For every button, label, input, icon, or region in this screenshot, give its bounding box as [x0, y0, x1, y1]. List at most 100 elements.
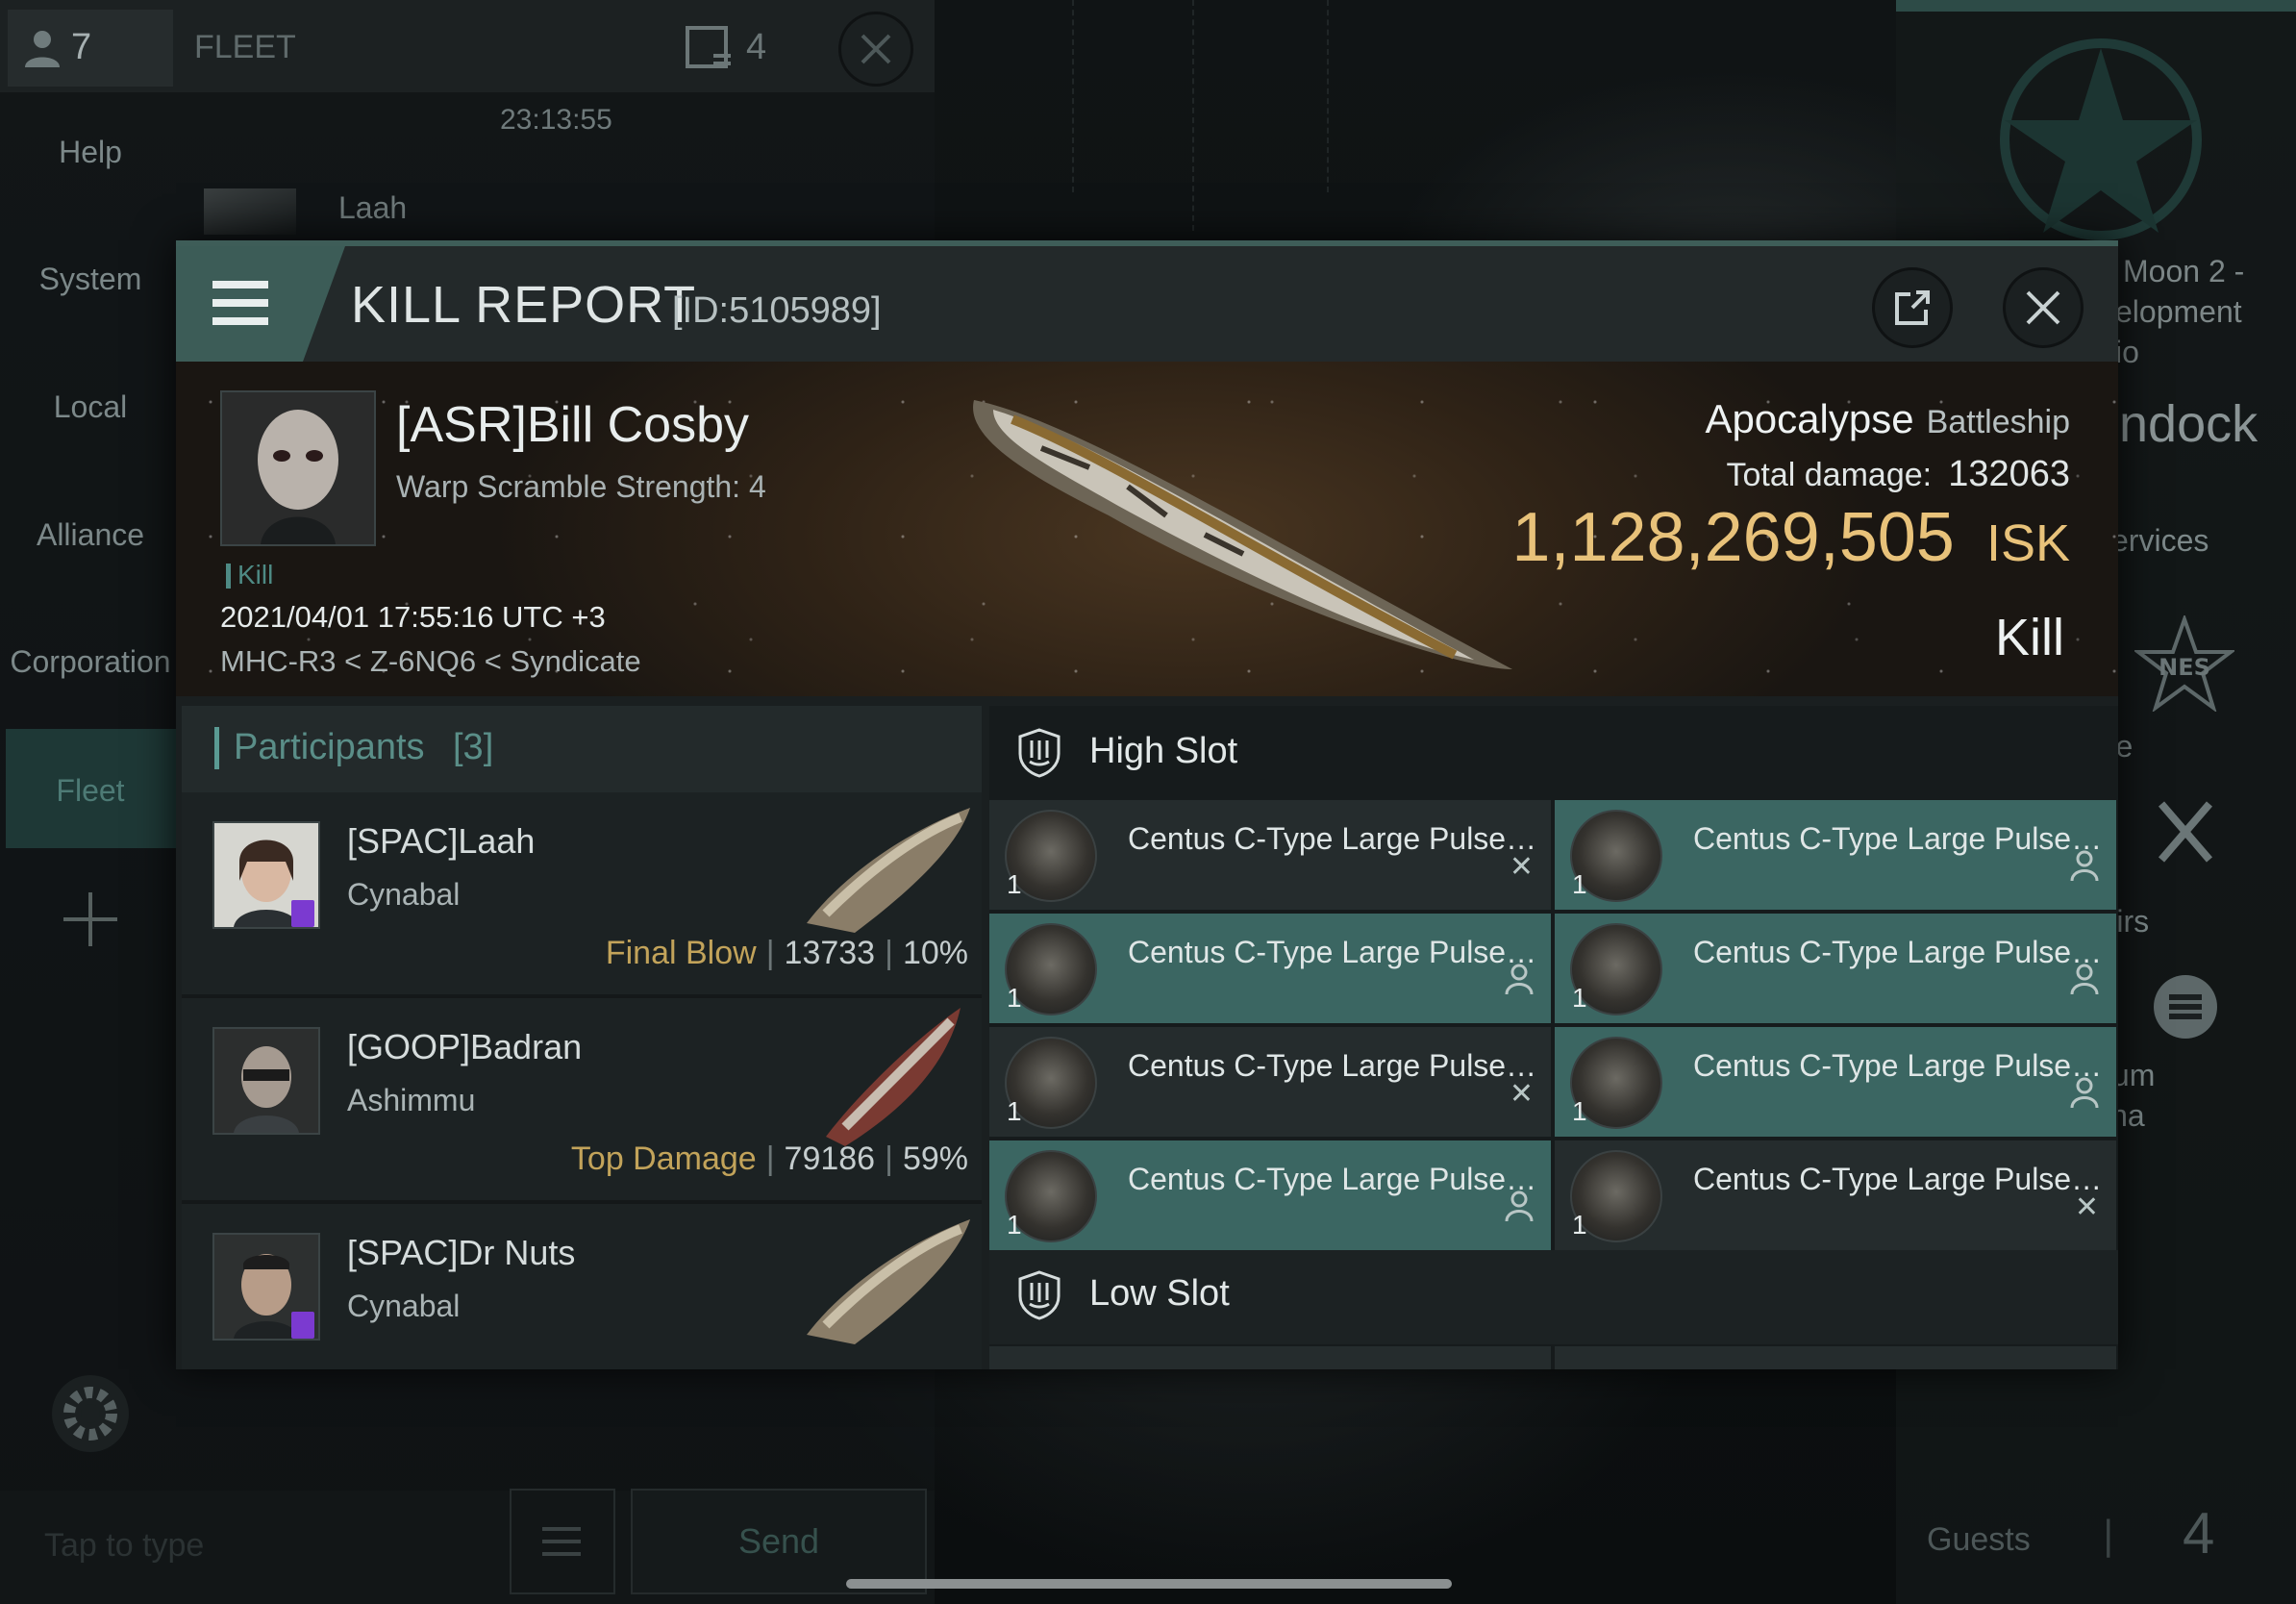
slot-item-name: Centus C-Type Large Pulse Laser	[1693, 1048, 2109, 1083]
slot-item-partial[interactable]	[1555, 1346, 2116, 1369]
guests-label[interactable]: Guests	[1927, 1521, 2031, 1559]
settings-button[interactable]	[50, 1373, 131, 1458]
victim-ship-name[interactable]: Apocalypse	[1705, 396, 1913, 441]
slot-item[interactable]: 1 Centus C-Type Large Pulse Laser	[1555, 1027, 2116, 1137]
high-slot-shield-icon	[1018, 728, 1061, 778]
participant-row[interactable]: [SPAC]Laah Cynabal Final Blow | 13733 | 10%	[182, 792, 982, 998]
undock-button[interactable]: ndock	[2119, 394, 2258, 454]
sidebar-item-system[interactable]: System	[0, 262, 181, 297]
participant-row[interactable]: [GOOP]Badran Ashimmu Top Damage | 79186 | 59…	[182, 998, 982, 1204]
fitting-panel: High Slot 1 Centus C-Type Large Pulse La…	[989, 706, 2118, 1369]
participant-name[interactable]: [GOOP]Badran	[347, 1027, 582, 1067]
victim-name[interactable]: [ASR]Bill Cosby	[396, 396, 749, 454]
fleet-member-count-button[interactable]: 7	[8, 10, 173, 87]
faction-emblem-icon	[2000, 38, 2202, 240]
participant-ship-image	[826, 1008, 961, 1146]
chat-close-button[interactable]	[838, 12, 913, 87]
kill-result: Kill	[1994, 609, 2064, 666]
participant-name[interactable]: [SPAC]Laah	[347, 821, 535, 862]
victim-ship-image	[973, 400, 1512, 669]
slot-item-qty: 1	[1572, 869, 1587, 899]
participant-damage: 79186	[784, 1140, 876, 1177]
participant-stats: Top Damage | 79186 | 59%	[570, 1140, 968, 1177]
dropped-person-icon	[2070, 850, 2099, 882]
sidebar-item-help[interactable]: Help	[0, 135, 181, 170]
sidebar-item-corporation[interactable]: Corporation	[0, 644, 181, 680]
location-line-3: io	[2115, 335, 2139, 369]
dropped-person-icon	[2070, 1077, 2099, 1109]
victim-ship-info: Apocalypse Battleship	[1705, 396, 2070, 442]
victim-banner: [ASR]Bill Cosby Warp Scramble Strength: …	[176, 362, 2118, 696]
slot-item[interactable]: 1 Centus C-Type Large Pulse Laser	[989, 1140, 1551, 1250]
participant-ship-image	[807, 808, 970, 933]
participant-ship: Cynabal	[347, 877, 461, 912]
low-slot-shield-icon	[1018, 1270, 1061, 1320]
participant-stats: Final Blow | 13733 | 10%	[605, 935, 968, 971]
dropped-person-icon	[1505, 964, 1534, 995]
services-label: ervices	[2111, 523, 2209, 558]
nes-store-icon: NES	[2133, 613, 2236, 714]
isk-value: 1,128,269,505	[1511, 499, 1955, 576]
slot-item-name: Centus C-Type Large Pulse Laser	[1128, 1162, 1543, 1196]
dropped-person-icon	[2070, 964, 2099, 995]
victim-portrait[interactable]	[220, 390, 376, 546]
dropped-person-icon	[1505, 1190, 1534, 1222]
museum-button[interactable]	[2152, 973, 2219, 1044]
isk-unit: ISK	[1985, 514, 2070, 572]
victim-avatar-image	[222, 392, 374, 544]
isk-line: 1,128,269,505 ISK	[1511, 498, 2070, 577]
participant-name[interactable]: [SPAC]Dr Nuts	[347, 1233, 575, 1273]
repairs-button[interactable]	[2154, 798, 2215, 869]
window-count: 4	[746, 27, 767, 67]
location-line-2: elopment	[2115, 294, 2242, 329]
sidebar-item-fleet[interactable]: Fleet	[0, 773, 181, 809]
share-button[interactable]	[1872, 267, 1953, 348]
store-button[interactable]: NES	[2133, 613, 2236, 715]
participant-ship: Cynabal	[347, 1289, 461, 1323]
slot-item-name: Centus C-Type Large Pulse Laser	[1128, 935, 1543, 969]
corp-badge-icon	[291, 1312, 314, 1339]
slot-item[interactable]: 1 Centus C-Type Large Pulse Laser ✕	[1555, 1140, 2116, 1250]
add-channel-button[interactable]	[60, 889, 121, 954]
participant-portrait[interactable]	[212, 1027, 320, 1135]
sidebar-item-local[interactable]: Local	[0, 389, 181, 425]
station-panel-topbar	[1896, 0, 2296, 12]
slot-item[interactable]: 1 Centus C-Type Large Pulse Laser	[1555, 914, 2116, 1023]
wrench-icon	[2158, 801, 2213, 863]
slot-item-qty: 1	[1007, 1210, 1022, 1240]
close-button[interactable]	[2003, 267, 2084, 348]
low-slot-header: Low Slot	[989, 1250, 2118, 1344]
hamburger-icon	[212, 281, 268, 325]
participant-percent: 59%	[902, 1140, 968, 1177]
windows-button[interactable]: 4	[685, 25, 766, 75]
home-indicator[interactable]	[846, 1579, 1452, 1589]
participants-count: [3]	[453, 727, 494, 767]
high-slot-header: High Slot	[989, 706, 2118, 800]
slot-item[interactable]: 1 Centus C-Type Large Pulse Laser ✕	[989, 1027, 1551, 1137]
chat-emote-menu-button[interactable]	[510, 1489, 615, 1594]
kill-datetime: 2021/04/01 17:55:16 UTC +3	[220, 600, 606, 634]
destroyed-icon: ✕	[1509, 850, 1534, 884]
destroyed-icon: ✕	[1509, 1077, 1534, 1111]
museum-icon	[2154, 975, 2217, 1039]
participants-header-bar	[214, 727, 219, 769]
kill-location[interactable]: MHC-R3 < Z-6NQ6 < Syndicate	[220, 644, 641, 679]
svg-text:NES: NES	[2159, 654, 2210, 681]
slot-item[interactable]: 1 Centus C-Type Large Pulse Laser ✕	[989, 800, 1551, 910]
low-slot-title: Low Slot	[1089, 1273, 1230, 1314]
participant-ship-image	[807, 1219, 970, 1344]
chat-channel-title: FLEET	[194, 29, 296, 65]
chat-input[interactable]: Tap to type	[44, 1527, 204, 1565]
high-slot-title: High Slot	[1089, 731, 1238, 771]
window-stack-icon	[686, 26, 731, 68]
sidebar-item-alliance[interactable]: Alliance	[0, 517, 181, 553]
participant-row[interactable]: [SPAC]Dr Nuts Cynabal	[182, 1204, 982, 1369]
total-damage-label: Total damage:	[1726, 457, 1933, 493]
guests-count: 4	[2183, 1501, 2215, 1566]
person-icon	[25, 31, 60, 67]
slot-item[interactable]: 1 Centus C-Type Large Pulse Laser	[989, 914, 1551, 1023]
chat-timestamp: 23:13:55	[500, 104, 612, 136]
slot-item-partial[interactable]	[989, 1346, 1551, 1369]
slot-item[interactable]: 1 Centus C-Type Large Pulse Laser	[1555, 800, 2116, 910]
participants-panel: Participants [3] [SPAC]Laah Cynabal Fina…	[182, 706, 982, 1369]
